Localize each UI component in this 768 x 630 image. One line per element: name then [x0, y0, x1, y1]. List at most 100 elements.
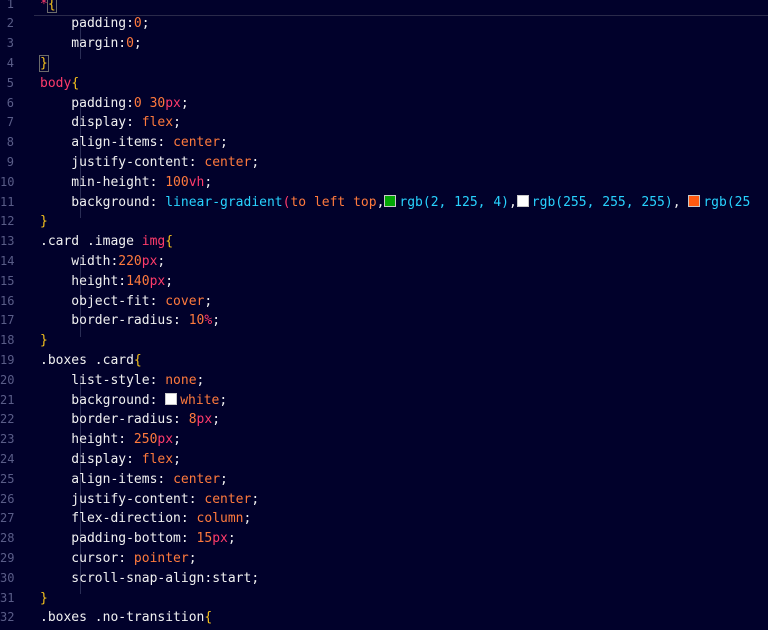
code-line[interactable]: min-height: 100vh;	[40, 173, 212, 193]
code-token: px	[165, 95, 181, 111]
code-token: img	[141, 234, 166, 250]
code-token: ;	[188, 550, 197, 566]
code-line[interactable]: justify-content: center;	[40, 153, 259, 173]
line-number: 6	[6, 95, 14, 110]
code-token: 10	[188, 313, 205, 329]
line-number: 25	[0, 471, 15, 486]
code-line[interactable]: }	[40, 589, 48, 609]
code-line[interactable]: flex-direction: column;	[40, 509, 251, 529]
code-token: 0	[126, 36, 134, 52]
code-line[interactable]: }	[40, 212, 48, 232]
code-line[interactable]: scroll-snap-align:start;	[40, 569, 259, 589]
line-number: 27	[0, 511, 15, 526]
code-token: ;	[173, 432, 181, 448]
code-token: {	[204, 610, 213, 626]
code-line[interactable]: list-style: none;	[40, 371, 204, 391]
code-line[interactable]: background: linear-gradient(to left top,…	[40, 193, 750, 213]
code-token: align-items:	[40, 135, 174, 151]
code-token: 8	[188, 412, 197, 428]
code-line[interactable]: display: flex;	[40, 450, 181, 470]
code-line[interactable]: padding-bottom: 15px;	[40, 529, 235, 549]
code-area[interactable]: *{ padding:0; margin:0;} body{ padding:0 …	[39, 0, 768, 630]
code-token: ;	[251, 491, 260, 507]
code-line[interactable]: margin:0;	[40, 34, 141, 54]
code-line[interactable]: *{	[40, 0, 57, 14]
code-token: ;	[212, 313, 221, 329]
code-token: white	[180, 392, 220, 408]
code-line[interactable]: align-items: center;	[40, 133, 228, 153]
code-line[interactable]: align-items: center;	[40, 470, 228, 490]
code-line[interactable]: height: 250px;	[40, 430, 181, 450]
code-line[interactable]: }	[39, 54, 49, 74]
code-token: ;	[251, 154, 260, 170]
code-token: flex-direction:	[40, 511, 197, 527]
code-token: cover	[165, 293, 205, 309]
code-token: px	[157, 432, 174, 448]
line-number: 31	[0, 590, 15, 605]
code-line[interactable]: height:140px;	[40, 272, 173, 292]
code-token: }	[39, 54, 49, 72]
code-token: to left top	[290, 194, 377, 210]
code-token: scroll-snap-align:	[40, 570, 213, 586]
color-swatch-icon[interactable]	[165, 392, 178, 405]
code-token: center	[204, 491, 252, 507]
code-line[interactable]: background: white;	[40, 391, 227, 411]
code-token: *	[40, 0, 48, 12]
line-number: 18	[0, 333, 15, 348]
code-token: display:	[40, 115, 142, 131]
code-token: {	[165, 234, 174, 250]
code-line[interactable]: padding:0 30px;	[40, 94, 189, 114]
code-line[interactable]: display: flex;	[40, 113, 181, 133]
line-number: 22	[0, 412, 15, 427]
code-token: ;	[173, 451, 181, 467]
code-editor[interactable]: 1 2 3 4 5 6 7 8 9 10 11 12 13 14 15 16 17 18 19 20 21 22 23 24 2…	[0, 0, 768, 630]
line-number: 29	[0, 550, 15, 565]
code-token: px	[196, 412, 213, 428]
color-swatch-icon[interactable]	[688, 194, 701, 207]
code-token: center	[204, 154, 252, 170]
code-line[interactable]: width:220px;	[40, 252, 165, 272]
code-token: vh	[188, 174, 205, 190]
code-line[interactable]: .boxes .card{	[40, 351, 142, 371]
code-token: }	[40, 214, 48, 230]
code-token: align-items:	[40, 471, 174, 487]
color-swatch-icon[interactable]	[516, 194, 529, 207]
code-token: height:	[40, 432, 134, 448]
code-line[interactable]: border-radius: 10%;	[40, 311, 220, 331]
code-token: min-height:	[40, 174, 166, 190]
code-token: height:	[40, 273, 127, 289]
code-line[interactable]: justify-content: center;	[40, 490, 259, 510]
code-token: rgb	[531, 194, 556, 210]
code-line[interactable]: body{	[40, 74, 79, 94]
code-line[interactable]: cursor: pointer;	[40, 549, 197, 569]
code-line[interactable]: border-radius: 8px;	[40, 410, 220, 430]
code-token: ;	[204, 293, 213, 309]
code-line[interactable]: object-fit: cover;	[40, 292, 212, 312]
line-number: 32	[0, 610, 15, 625]
code-line[interactable]: padding:0;	[40, 14, 149, 34]
line-number: 12	[0, 214, 15, 229]
code-token: padding:	[40, 16, 134, 32]
code-token: {	[46, 0, 57, 13]
code-token: .boxes .card	[40, 352, 134, 368]
code-token: width:	[40, 253, 119, 269]
code-line[interactable]: .boxes .no-transition{	[40, 608, 212, 628]
code-token: ;	[251, 570, 260, 586]
code-token: body	[40, 75, 72, 91]
code-line[interactable]: .card .image img{	[40, 232, 173, 252]
code-token: 140	[126, 273, 150, 289]
code-token: ;	[180, 95, 189, 111]
line-number: 15	[0, 273, 15, 288]
color-swatch-icon[interactable]	[384, 194, 397, 207]
code-token: justify-content:	[40, 491, 205, 507]
code-token: (25	[726, 194, 751, 210]
code-token: rgb	[703, 194, 727, 210]
code-line[interactable]: }	[40, 331, 48, 351]
code-token: start	[212, 570, 252, 586]
code-token: column	[196, 511, 244, 527]
code-token: (2, 125, 4)	[422, 194, 509, 210]
code-token: cursor:	[40, 550, 134, 566]
code-token: background:	[40, 194, 166, 210]
code-token: ;	[204, 174, 213, 190]
line-number: 11	[0, 194, 15, 209]
